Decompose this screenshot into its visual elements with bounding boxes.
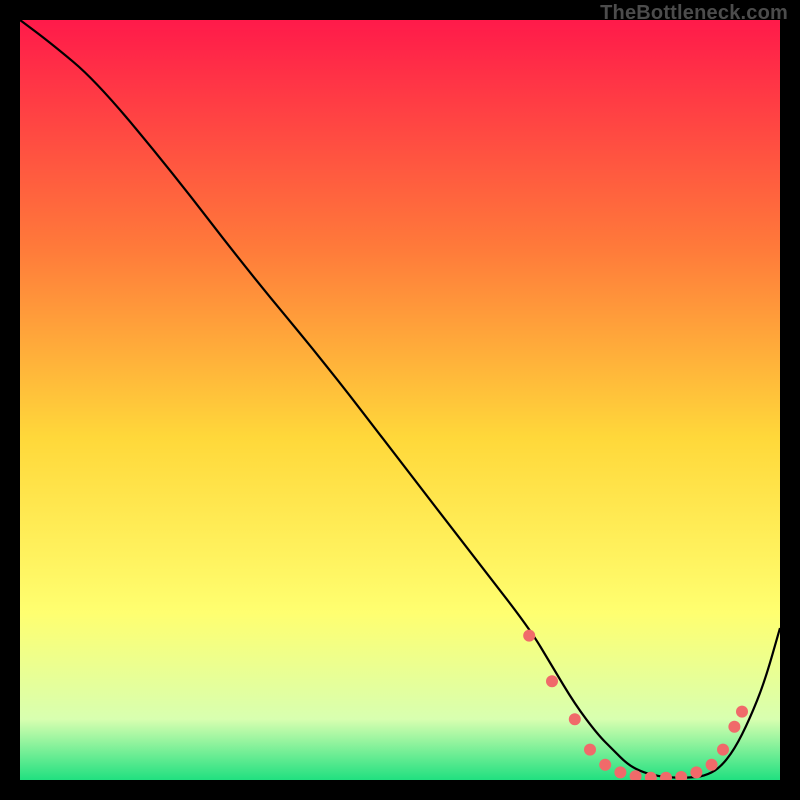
marker-dot — [736, 706, 748, 718]
plot-area — [20, 20, 780, 780]
marker-dot — [546, 675, 558, 687]
marker-dot — [614, 766, 626, 778]
marker-dot — [599, 759, 611, 771]
chart-svg — [20, 20, 780, 780]
marker-dot — [728, 721, 740, 733]
marker-dot — [690, 766, 702, 778]
marker-dot — [706, 759, 718, 771]
marker-dot — [523, 630, 535, 642]
chart-frame: TheBottleneck.com — [0, 0, 800, 800]
marker-dot — [569, 713, 581, 725]
marker-dot — [584, 744, 596, 756]
marker-dot — [717, 744, 729, 756]
gradient-background — [20, 20, 780, 780]
